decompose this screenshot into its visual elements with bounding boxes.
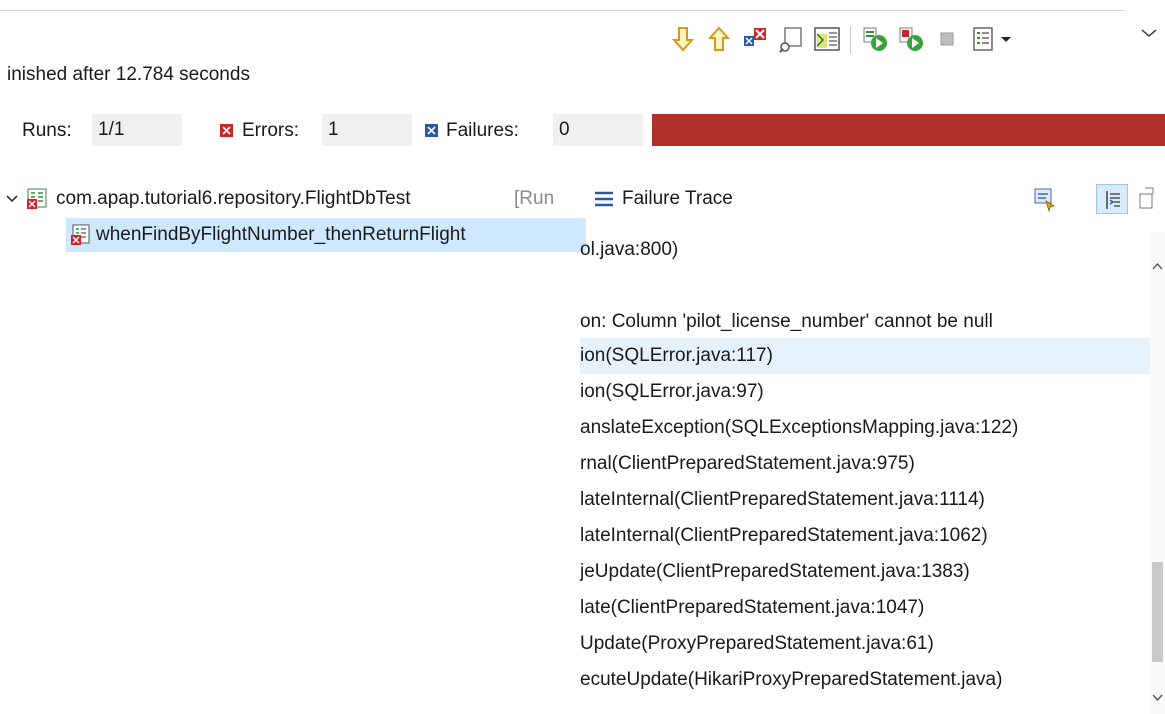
layout-icon[interactable] [812, 22, 842, 56]
suite-suffix: [Run [514, 188, 555, 209]
rerun-failed-first-icon[interactable] [896, 22, 926, 56]
view-menu-icon[interactable] [1138, 22, 1162, 56]
errors-value: 1 [322, 114, 412, 146]
scrollbar-thumb[interactable] [1152, 562, 1163, 662]
failure-trace-header: Failure Trace [590, 184, 1165, 216]
trace-line [580, 268, 1150, 304]
test-suite-error-icon [27, 188, 47, 209]
trace-line: rnal(ClientPreparedStatement.java:975) [580, 453, 915, 474]
trace-line: ol.java:800) [580, 239, 679, 260]
test-counters: Runs: 1/1 Errors: 1 Failures: 0 [0, 110, 1165, 150]
test-error-icon [71, 224, 90, 245]
failure-icon [425, 124, 438, 137]
errors-label: Errors: [242, 120, 299, 141]
trace-line: lateInternal(ClientPreparedStatement.jav… [580, 489, 985, 510]
chevron-down-icon[interactable] [6, 194, 18, 204]
trace-line: jeUpdate(ClientPreparedStatement.java:13… [580, 561, 970, 582]
trace-line: ion(SQLError.java:97) [580, 381, 764, 402]
history-icon[interactable] [968, 22, 998, 56]
list-icon [595, 191, 613, 207]
copy-trace-icon[interactable] [1137, 186, 1157, 212]
failure-trace-title: Failure Trace [622, 188, 733, 209]
failures-label: Failures: [446, 120, 519, 141]
suite-label: com.apap.tutorial6.repository.FlightDbTe… [56, 188, 411, 209]
error-icon [220, 124, 233, 137]
compare-result-icon[interactable] [1032, 186, 1058, 212]
runs-value: 1/1 [92, 114, 182, 146]
tree-item-test[interactable]: whenFindByFlightNumber_thenReturnFlight [66, 218, 586, 252]
trace-line: anslateException(SQLExceptionsMapping.ja… [580, 417, 1019, 438]
trace-line: late(ClientPreparedStatement.java:1047) [580, 597, 925, 618]
runs-label: Runs: [22, 120, 72, 141]
progress-bar [652, 114, 1165, 146]
next-failure-icon[interactable] [668, 22, 698, 56]
toolbar-separator [850, 26, 851, 54]
scroll-lock-icon[interactable] [776, 22, 806, 56]
finished-status: inished after 12.784 seconds [7, 64, 250, 85]
scroll-down-icon[interactable] [1152, 694, 1163, 702]
filter-stack-button[interactable] [1096, 184, 1128, 214]
tree-item-suite[interactable]: com.apap.tutorial6.repository.FlightDbTe… [0, 182, 590, 216]
stop-icon[interactable] [932, 22, 962, 56]
failures-value: 0 [553, 114, 643, 146]
dropdown-icon[interactable] [996, 22, 1016, 56]
rerun-test-icon[interactable] [860, 22, 890, 56]
filter-stack-icon [1106, 191, 1120, 209]
trace-line-selected: ion(SQLError.java:117) [580, 338, 1150, 374]
trace-line: on: Column 'pilot_license_number' cannot… [580, 311, 993, 332]
trace-line: Update(ProxyPreparedStatement.java:61) [580, 633, 934, 654]
show-failures-only-icon[interactable] [740, 22, 770, 56]
trace-scrollbar[interactable] [1150, 232, 1165, 714]
trace-line: ecuteUpdate(HikariProxyPreparedStatement… [580, 669, 1003, 690]
test-label: whenFindByFlightNumber_thenReturnFlight [96, 224, 466, 245]
scroll-up-icon[interactable] [1152, 262, 1163, 270]
previous-failure-icon[interactable] [704, 22, 734, 56]
failure-trace-text[interactable]: ol.java:800) on: Column 'pilot_license_n… [580, 232, 1150, 714]
trace-line: lateInternal(ClientPreparedStatement.jav… [580, 525, 988, 546]
top-border [0, 10, 1125, 11]
